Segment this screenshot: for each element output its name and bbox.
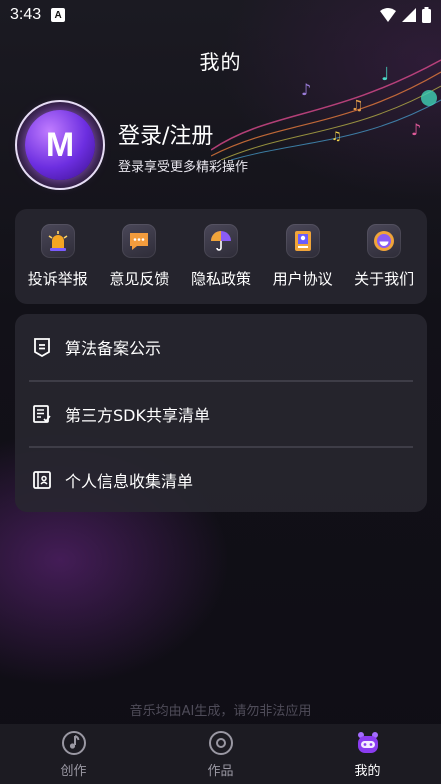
- nav-label: 创作: [60, 763, 87, 779]
- alarm-light-icon: [40, 224, 75, 258]
- battery-icon: [422, 7, 431, 23]
- signal-icon: [402, 8, 416, 22]
- quick-action-label: 意见反馈: [109, 270, 170, 288]
- list-item-label: 个人信息收集清单: [65, 472, 194, 491]
- list-item-label: 第三方SDK共享清单: [65, 406, 210, 425]
- avatar[interactable]: M: [15, 100, 105, 190]
- info-list-card: 算法备案公示 第三方SDK共享清单 个人信息收集清单: [15, 314, 427, 512]
- quick-action-label: 投诉举报: [27, 270, 88, 288]
- shield-list-icon: [31, 336, 53, 358]
- quick-action-agreement[interactable]: 用户协议: [263, 224, 343, 289]
- quick-action-privacy[interactable]: 隐私政策: [181, 224, 261, 289]
- status-time: 3:43: [10, 6, 42, 23]
- bottom-nav: 创作 作品 我的: [0, 724, 441, 784]
- checklist-icon: [31, 403, 53, 425]
- login-register-link[interactable]: 登录/注册: [118, 118, 213, 150]
- disc-icon: [208, 730, 233, 755]
- list-item-personal-info[interactable]: 个人信息收集清单: [29, 446, 413, 512]
- svg-text:♫: ♫: [351, 98, 364, 114]
- notification-icon: A: [51, 8, 66, 22]
- list-item-sdk-list[interactable]: 第三方SDK共享清单: [29, 380, 413, 446]
- quick-action-label: 用户协议: [272, 270, 333, 288]
- quick-action-feedback[interactable]: 意见反馈: [99, 224, 179, 289]
- page-title: 我的: [199, 50, 242, 74]
- chat-bubble-icon: [122, 224, 157, 258]
- status-bar: 3:43 A: [0, 0, 441, 30]
- svg-text:♪: ♪: [301, 80, 311, 99]
- nav-tab-works[interactable]: 作品: [147, 724, 294, 784]
- nav-label: 作品: [207, 763, 234, 779]
- quick-action-label: 关于我们: [354, 270, 415, 288]
- smiley-face-icon: [367, 224, 402, 258]
- quick-actions-card: 投诉举报 意见反馈 隐私政策 用户协议 关于我们: [15, 209, 427, 304]
- wifi-icon: [380, 8, 396, 22]
- list-item-algorithm-filing[interactable]: 算法备案公示: [29, 314, 413, 380]
- nav-tab-create[interactable]: 创作: [0, 724, 147, 784]
- quick-action-about[interactable]: 关于我们: [344, 224, 424, 289]
- robot-face-icon: [357, 731, 378, 753]
- svg-text:♪: ♪: [411, 120, 421, 139]
- avatar-logo: M: [25, 110, 95, 180]
- umbrella-icon: [203, 224, 238, 258]
- nav-label: 我的: [354, 763, 381, 779]
- document-portrait-icon: [285, 224, 320, 258]
- nav-tab-mine[interactable]: 我的: [294, 724, 441, 784]
- login-subtitle: 登录享受更多精彩操作: [118, 160, 249, 175]
- list-item-label: 算法备案公示: [65, 339, 162, 358]
- ai-disclaimer: 音乐均由AI生成，请勿非法应用: [129, 704, 312, 719]
- status-indicators: [380, 7, 431, 23]
- quick-action-report[interactable]: 投诉举报: [18, 224, 98, 289]
- svg-text:♫: ♫: [331, 129, 342, 143]
- contact-book-icon: [31, 469, 53, 491]
- quick-action-label: 隐私政策: [190, 270, 251, 288]
- music-note-circle-icon: [61, 730, 86, 755]
